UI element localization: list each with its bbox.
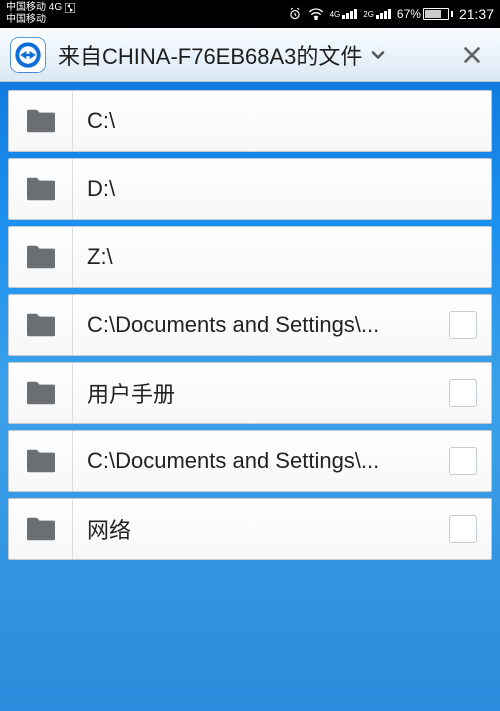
battery-indicator: 67%: [397, 7, 453, 21]
list-item[interactable]: 用户手册: [8, 362, 492, 424]
list-item-body: Z:\: [73, 227, 491, 287]
status-right: 4G 2G 67% 21:37: [288, 6, 494, 22]
carrier-2: 中国移动: [6, 14, 75, 26]
list-item[interactable]: D:\: [8, 158, 492, 220]
list-item-label: C:\Documents and Settings\...: [87, 448, 439, 474]
list-item-label: C:\Documents and Settings\...: [87, 312, 439, 338]
folder-icon: [9, 363, 73, 423]
carrier-1: 中国移动 4G: [6, 2, 62, 14]
signal-bars-2: [376, 9, 391, 19]
list-item-body: C:\Documents and Settings\...: [73, 295, 491, 355]
folder-icon: [9, 227, 73, 287]
list-item[interactable]: C:\Documents and Settings\...: [8, 294, 492, 356]
page-title: 来自CHINA-F76EB68A3的文件: [58, 39, 362, 71]
clock: 21:37: [459, 6, 494, 22]
folder-icon: [9, 159, 73, 219]
list-item-body: C:\Documents and Settings\...: [73, 431, 491, 491]
folder-icon: [9, 431, 73, 491]
folder-icon: [9, 91, 73, 151]
network-label-2: 2G: [363, 10, 374, 19]
list-item-body: 网络: [73, 499, 491, 559]
header-title-dropdown[interactable]: 来自CHINA-F76EB68A3的文件: [58, 39, 442, 71]
list-item-body: 用户手册: [73, 363, 491, 423]
network-label-1: 4G: [330, 10, 341, 19]
list-item-checkbox[interactable]: [449, 515, 477, 543]
list-item-checkbox[interactable]: [449, 447, 477, 475]
file-list: C:\ D:\ Z:\ C:\Documents and Settings\... 用户…: [0, 82, 500, 568]
list-item-checkbox[interactable]: [449, 311, 477, 339]
list-item-label: 用户手册: [87, 377, 439, 409]
list-item-label: 网络: [87, 513, 439, 545]
app-header: 来自CHINA-F76EB68A3的文件: [0, 28, 500, 82]
list-item-body: D:\: [73, 159, 491, 219]
list-item[interactable]: Z:\: [8, 226, 492, 288]
list-item-body: C:\: [73, 91, 491, 151]
teamviewer-logo-icon: [8, 35, 48, 75]
list-item[interactable]: 网络: [8, 498, 492, 560]
status-bar: 中国移动 4G 中国移动 4G 2G 67% 21:37: [0, 0, 500, 28]
wifi-icon: [308, 8, 324, 20]
list-item[interactable]: C:\Documents and Settings\...: [8, 430, 492, 492]
folder-icon: [9, 499, 73, 559]
list-item[interactable]: C:\: [8, 90, 492, 152]
folder-icon: [9, 295, 73, 355]
sync-icon: [65, 3, 75, 13]
signal-bars-1: [342, 9, 357, 19]
close-icon: [461, 44, 483, 66]
list-item-label: C:\: [87, 108, 477, 134]
chevron-down-icon: [368, 45, 388, 65]
battery-percent: 67%: [397, 7, 421, 21]
alarm-icon: [288, 7, 302, 21]
list-item-label: D:\: [87, 176, 477, 202]
list-item-checkbox[interactable]: [449, 379, 477, 407]
close-button[interactable]: [452, 35, 492, 75]
status-left: 中国移动 4G 中国移动: [6, 2, 75, 26]
list-item-label: Z:\: [87, 244, 477, 270]
